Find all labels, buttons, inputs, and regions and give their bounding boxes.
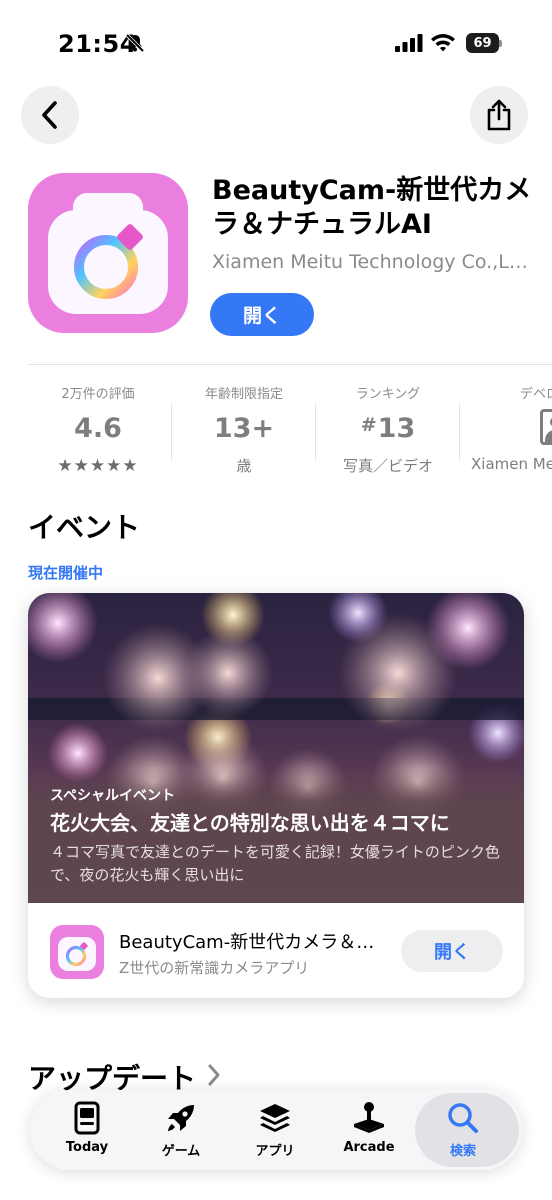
event-app-row[interactable]: BeautyCam-新世代カメラ＆ナチュラルAI Z世代の新常識カメラアプリ 開… bbox=[28, 903, 524, 998]
ranking-category: 写真／ビデオ bbox=[342, 457, 433, 475]
chevron-right-icon[interactable] bbox=[205, 1062, 223, 1088]
event-description: ４コマ写真で友達とのデートを可愛く記録！女優ライトのピンク色で、夜の花火も輝く思… bbox=[50, 843, 500, 884]
stack-icon bbox=[260, 1104, 290, 1132]
tab-label: 検索 bbox=[449, 1144, 476, 1159]
camera-lens-icon bbox=[65, 942, 88, 967]
ratings-count-label: 2万件の評価 bbox=[61, 387, 135, 402]
cellular-signal-icon bbox=[395, 34, 423, 52]
tab-today[interactable]: Today bbox=[42, 1090, 132, 1170]
events-heading: イベント bbox=[28, 511, 141, 544]
tab-search[interactable]: 検索 bbox=[415, 1090, 519, 1170]
tab-label: アプリ bbox=[255, 1144, 295, 1159]
event-card[interactable]: スペシャルイベント 花火大会、友達との特別な思い出を４コマに ４コマ写真で友達と… bbox=[28, 593, 524, 998]
app-info-row[interactable]: 2万件の評価 4.6 ★★★★★ 年齢制限指定 13+ 歳 ランキング #13 … bbox=[28, 364, 552, 490]
developer-info[interactable]: デベロッパ Xiamen Meitu bbox=[462, 365, 552, 490]
today-icon bbox=[74, 1101, 100, 1135]
camera-lens-icon bbox=[74, 224, 143, 299]
app-icon bbox=[28, 173, 188, 333]
bell-muted-icon bbox=[125, 33, 145, 53]
joystick-icon bbox=[354, 1102, 384, 1133]
age-rating-value: 13+ bbox=[213, 413, 275, 444]
app-developer[interactable]: Xiamen Meitu Technology Co.,Ltd. bbox=[212, 251, 532, 273]
developer-person-icon bbox=[540, 409, 552, 445]
rocket-icon bbox=[168, 1105, 194, 1131]
wifi-icon bbox=[431, 34, 455, 52]
tab-games[interactable]: ゲーム bbox=[136, 1090, 226, 1170]
tab-bar: Today ゲーム アプリ Arcade 検索 bbox=[30, 1090, 522, 1170]
event-app-tagline: Z世代の新常識カメラアプリ bbox=[119, 959, 310, 977]
rating-value: 4.6 bbox=[74, 413, 122, 444]
ranking-label: ランキング bbox=[355, 387, 421, 402]
tab-label: ゲーム bbox=[161, 1144, 201, 1159]
event-kicker: スペシャルイベント bbox=[50, 788, 176, 804]
battery-level: 69 bbox=[466, 33, 499, 53]
ranking-info[interactable]: ランキング #13 写真／ビデオ bbox=[318, 365, 458, 490]
app-title: BeautyCam-新世代カメラ＆ナチュラルAI bbox=[212, 175, 532, 240]
battery-icon: 69 bbox=[466, 33, 502, 53]
ratings-info[interactable]: 2万件の評価 4.6 ★★★★★ bbox=[28, 365, 168, 490]
chevron-left-icon bbox=[42, 101, 57, 129]
search-icon bbox=[448, 1103, 478, 1133]
rating-stars: ★★★★★ bbox=[57, 456, 139, 476]
tab-label: Arcade bbox=[343, 1140, 395, 1155]
event-app-name: BeautyCam-新世代カメラ＆ナチュラルAI bbox=[119, 932, 389, 953]
tab-label: Today bbox=[65, 1140, 109, 1155]
developer-label: デベロッパ bbox=[520, 387, 552, 402]
app-icon-small bbox=[50, 925, 104, 979]
event-headline: 花火大会、友達との特別な思い出を４コマに bbox=[50, 811, 450, 835]
back-button[interactable] bbox=[21, 86, 79, 144]
share-button[interactable] bbox=[470, 86, 528, 144]
event-open-button[interactable]: 開く bbox=[401, 930, 503, 972]
open-app-button[interactable]: 開く bbox=[210, 293, 314, 336]
event-status-label: 現在開催中 bbox=[28, 564, 104, 582]
tab-arcade[interactable]: Arcade bbox=[324, 1090, 414, 1170]
tab-apps[interactable]: アプリ bbox=[230, 1090, 320, 1170]
share-icon bbox=[487, 99, 511, 131]
status-bar: 21:54 69 bbox=[0, 0, 552, 80]
age-rating-info[interactable]: 年齢制限指定 13+ 歳 bbox=[174, 365, 314, 490]
age-rating-label: 年齢制限指定 bbox=[204, 387, 283, 402]
age-rating-unit: 歳 bbox=[236, 457, 252, 475]
ranking-value: #13 bbox=[360, 413, 416, 444]
developer-name: Xiamen Meitu bbox=[471, 455, 552, 473]
